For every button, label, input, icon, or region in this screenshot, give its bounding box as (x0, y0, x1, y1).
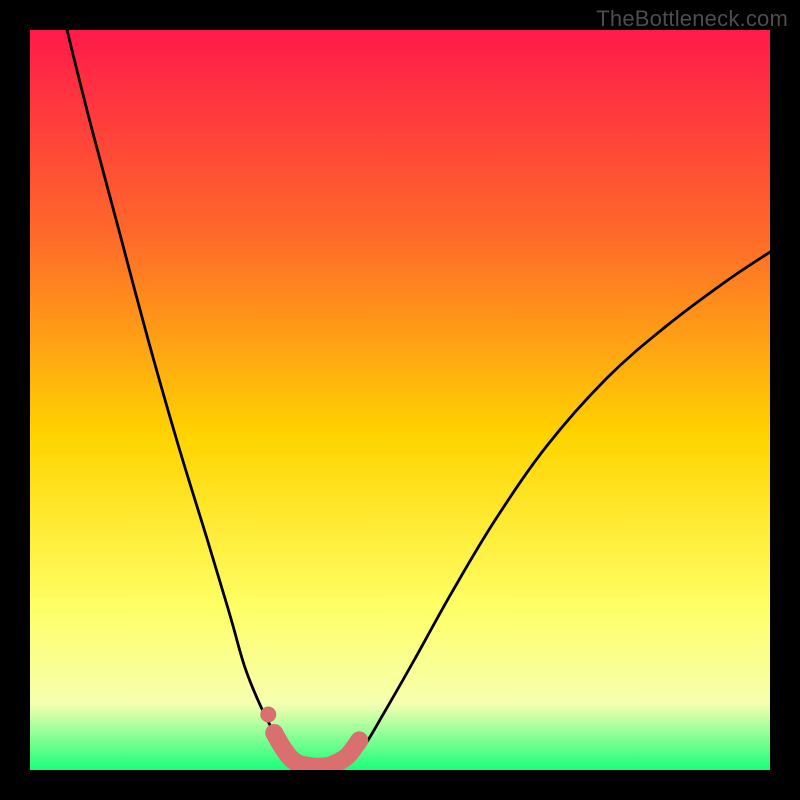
valley-highlight (30, 30, 770, 770)
plot-area (30, 30, 770, 770)
watermark-text: TheBottleneck.com (596, 6, 788, 32)
chart-frame: TheBottleneck.com (0, 0, 800, 800)
